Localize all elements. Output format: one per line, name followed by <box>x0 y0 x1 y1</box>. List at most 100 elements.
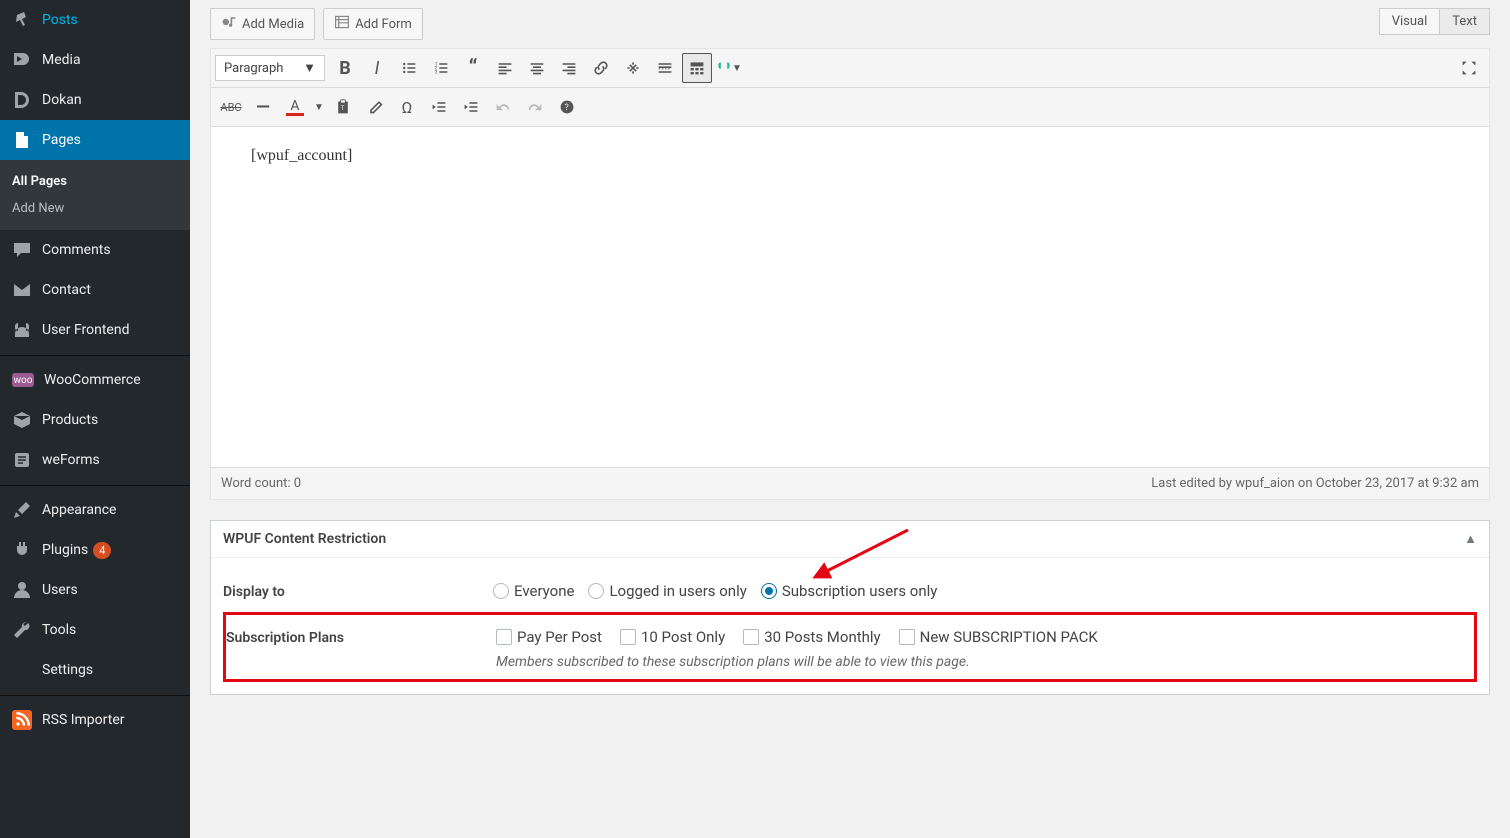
redo-button[interactable] <box>520 92 550 122</box>
checkbox-icon <box>899 629 915 645</box>
italic-button[interactable]: I <box>362 53 392 83</box>
checkbox-pay-per-post[interactable]: Pay Per Post <box>496 628 602 646</box>
horizontal-rule-button[interactable]: — <box>248 92 278 122</box>
checkbox-label: Pay Per Post <box>517 628 602 646</box>
editor: Paragraph ▼ B I 123 “ ▼ ABC — A ▼ T Ω <box>210 48 1490 500</box>
sidebar-item-label: Posts <box>42 12 78 28</box>
annotation-highlight-box: Subscription Plans Pay Per Post 10 Post … <box>223 612 1477 682</box>
weforms-icon <box>12 450 32 470</box>
clear-formatting-button[interactable] <box>360 92 390 122</box>
fullscreen-button[interactable] <box>1454 53 1484 83</box>
special-char-button[interactable]: Ω <box>392 92 422 122</box>
sidebar-item-contact[interactable]: Contact <box>0 270 190 310</box>
text-color-arrow[interactable]: ▼ <box>312 92 326 122</box>
chevron-down-icon: ▼ <box>303 60 316 76</box>
outdent-button[interactable] <box>424 92 454 122</box>
text-color-button[interactable]: A <box>280 92 310 122</box>
add-form-label: Add Form <box>355 17 412 32</box>
sidebar-item-weforms[interactable]: weForms <box>0 440 190 480</box>
sidebar-item-appearance[interactable]: Appearance <box>0 490 190 530</box>
sidebar-item-users[interactable]: Users <box>0 570 190 610</box>
toolbar-toggle-button[interactable] <box>682 53 712 83</box>
metabox-header[interactable]: WPUF Content Restriction ▲ <box>211 521 1489 558</box>
svg-text:3: 3 <box>435 70 438 76</box>
sidebar-item-label: User Frontend <box>42 322 129 338</box>
plugin-icon <box>12 540 32 560</box>
tab-text[interactable]: Text <box>1439 8 1490 35</box>
strikethrough-button[interactable]: ABC <box>216 92 246 122</box>
editor-textarea[interactable]: [wpuf_account] <box>211 127 1489 467</box>
bullet-list-button[interactable] <box>394 53 424 83</box>
unlink-button[interactable] <box>618 53 648 83</box>
checkbox-label: New SUBSCRIPTION PACK <box>920 628 1098 646</box>
metabox-title: WPUF Content Restriction <box>223 531 386 547</box>
display-to-label: Display to <box>223 582 493 600</box>
sidebar-item-comments[interactable]: Comments <box>0 230 190 270</box>
svg-text:T: T <box>341 104 345 112</box>
svg-text:?: ? <box>565 103 569 113</box>
bold-button[interactable]: B <box>330 53 360 83</box>
help-button[interactable]: ? <box>552 92 582 122</box>
metabox-toggle-icon[interactable]: ▲ <box>1464 531 1477 547</box>
format-dropdown[interactable]: Paragraph ▼ <box>215 55 325 81</box>
sidebar-item-media[interactable]: Media <box>0 40 190 80</box>
tab-visual[interactable]: Visual <box>1379 8 1440 35</box>
brush-icon <box>12 500 32 520</box>
paste-text-button[interactable]: T <box>328 92 358 122</box>
sidebar-submenu-pages: All Pages Add New <box>0 160 190 230</box>
sidebar-item-woocommerce[interactable]: woo WooCommerce <box>0 360 190 400</box>
checkbox-10-post-only[interactable]: 10 Post Only <box>620 628 725 646</box>
sidebar-item-tools[interactable]: Tools <box>0 610 190 650</box>
sidebar-item-label: Products <box>42 412 98 428</box>
align-left-button[interactable] <box>490 53 520 83</box>
sidebar-item-label: WooCommerce <box>44 372 141 388</box>
sidebar-item-rss-importer[interactable]: RSS Importer <box>0 700 190 740</box>
sidebar-item-label: Dokan <box>42 92 82 108</box>
add-form-button[interactable]: Add Form <box>323 8 423 40</box>
sidebar-item-settings[interactable]: Settings <box>0 650 190 690</box>
sidebar-item-products[interactable]: Products <box>0 400 190 440</box>
radio-subscription[interactable]: Subscription users only <box>761 582 938 600</box>
submenu-add-new[interactable]: Add New <box>0 195 190 222</box>
editor-footer: Word count: 0 Last edited by wpuf_aion o… <box>211 467 1489 499</box>
pin-icon <box>12 10 32 30</box>
sidebar-item-pages[interactable]: Pages <box>0 120 190 160</box>
subscription-plans-checkboxes: Pay Per Post 10 Post Only 30 Posts Month… <box>496 628 1474 646</box>
numbered-list-button[interactable]: 123 <box>426 53 456 83</box>
rss-icon <box>12 710 32 730</box>
editor-toolbar-row2: ABC — A ▼ T Ω ? <box>211 88 1489 127</box>
align-center-button[interactable] <box>522 53 552 83</box>
radio-everyone[interactable]: Everyone <box>493 582 574 600</box>
align-right-button[interactable] <box>554 53 584 83</box>
camera-music-icon <box>221 14 237 34</box>
sidebar-item-label: Users <box>42 582 78 598</box>
checkbox-new-subscription-pack[interactable]: New SUBSCRIPTION PACK <box>899 628 1098 646</box>
sidebar-item-posts[interactable]: Posts <box>0 0 190 40</box>
form-icon <box>334 14 350 34</box>
sidebar-item-dokan[interactable]: Dokan <box>0 80 190 120</box>
sidebar-item-label: Settings <box>42 662 93 678</box>
product-icon <box>12 410 32 430</box>
main-content: Add Media Add Form Visual Text Paragraph… <box>190 0 1510 838</box>
link-button[interactable] <box>586 53 616 83</box>
add-media-button[interactable]: Add Media <box>210 8 315 40</box>
submenu-all-pages[interactable]: All Pages <box>0 168 190 195</box>
radio-logged-in[interactable]: Logged in users only <box>588 582 746 600</box>
radio-icon <box>493 583 509 599</box>
wrench-icon <box>12 620 32 640</box>
woo-icon: woo <box>12 373 34 387</box>
settings-icon <box>12 660 32 680</box>
display-to-radio-group: Everyone Logged in users only Subscripti… <box>493 582 1477 600</box>
undo-button[interactable] <box>488 92 518 122</box>
wpuf-shortcode-button[interactable]: ▼ <box>714 53 744 83</box>
checkbox-icon <box>743 629 759 645</box>
read-more-button[interactable] <box>650 53 680 83</box>
checkbox-label: 10 Post Only <box>641 628 725 646</box>
checkbox-30-posts-monthly[interactable]: 30 Posts Monthly <box>743 628 880 646</box>
sidebar-item-plugins[interactable]: Plugins 4 <box>0 530 190 570</box>
page-icon <box>12 130 32 150</box>
blockquote-button[interactable]: “ <box>458 53 488 83</box>
indent-button[interactable] <box>456 92 486 122</box>
radio-icon <box>761 583 777 599</box>
sidebar-item-user-frontend[interactable]: User Frontend <box>0 310 190 350</box>
